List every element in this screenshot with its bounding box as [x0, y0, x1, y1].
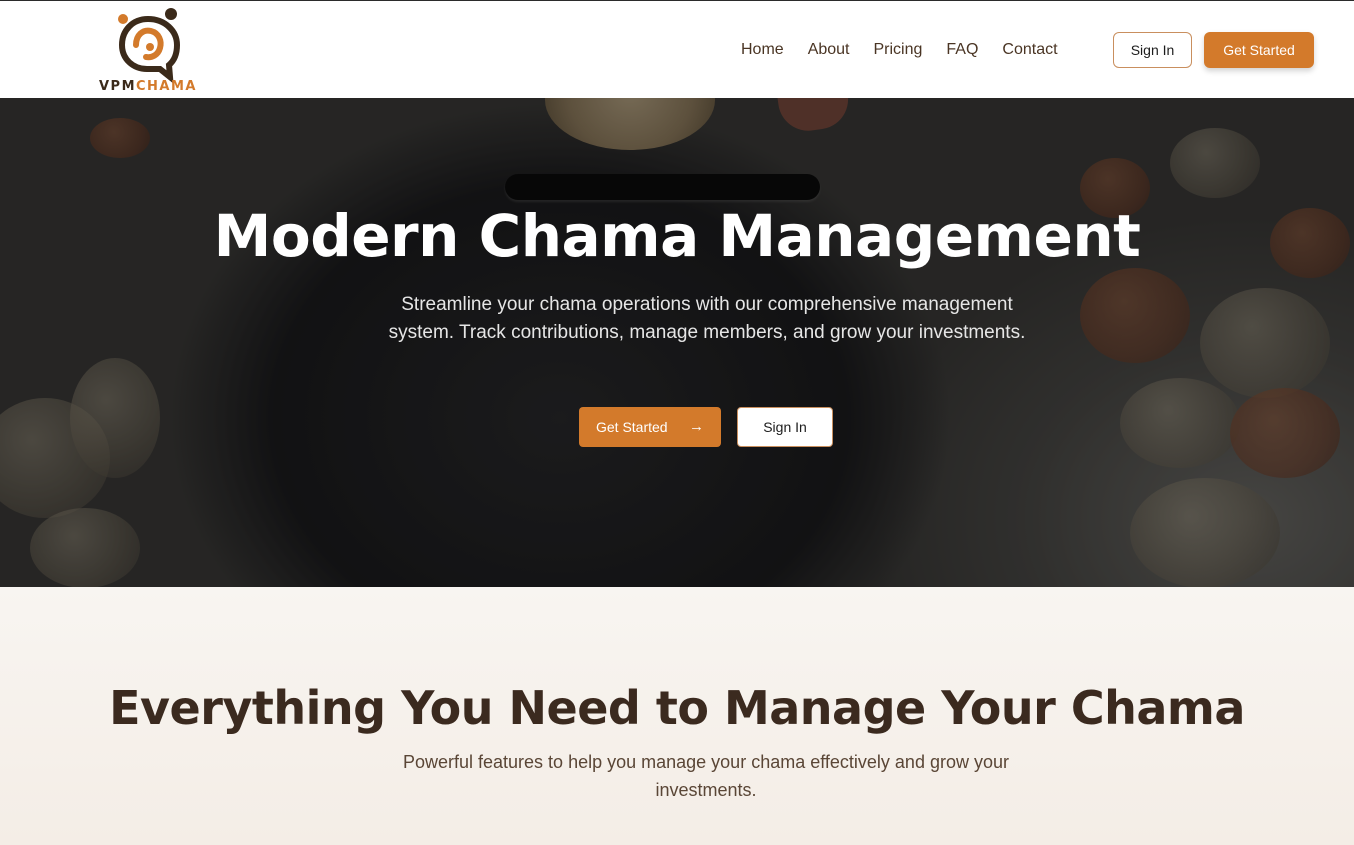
- brand-name-part2: CHAMA: [136, 79, 197, 94]
- hero-title: Modern Chama Management: [213, 202, 1141, 270]
- site-header: VPMCHAMA Home About Pricing FAQ Contact …: [0, 1, 1354, 98]
- hero-get-started-label: Get Started: [596, 419, 668, 435]
- hero-sign-in-button[interactable]: Sign In: [737, 407, 833, 447]
- main-nav: Home About Pricing FAQ Contact: [741, 39, 1058, 61]
- brand-name-part1: VPM: [98, 79, 137, 94]
- hero-get-started-button[interactable]: Get Started →: [579, 407, 721, 447]
- features-subtitle: Powerful features to help you manage you…: [402, 752, 1009, 800]
- header-get-started-button[interactable]: Get Started: [1204, 32, 1314, 68]
- hero-subtitle: Streamline your chama operations with ou…: [388, 294, 1026, 343]
- brand-wordmark: VPMCHAMA: [98, 79, 198, 94]
- features-title: Everything You Need to Manage Your Chama: [109, 681, 1245, 735]
- nav-contact-link[interactable]: Contact: [1002, 39, 1057, 61]
- nav-home-link[interactable]: Home: [741, 39, 784, 61]
- nav-pricing-link[interactable]: Pricing: [874, 39, 923, 61]
- hero-section: Modern Chama Management Streamline your …: [0, 98, 1354, 587]
- nav-faq-link[interactable]: FAQ: [946, 39, 978, 61]
- features-section: Everything You Need to Manage Your Chama…: [0, 587, 1354, 845]
- nav-about-link[interactable]: About: [808, 39, 850, 61]
- arrow-right-icon: →: [689, 418, 704, 435]
- chat-bubble-logo-icon: [118, 8, 181, 83]
- brand-logo[interactable]: VPMCHAMA: [98, 5, 198, 94]
- header-sign-in-button[interactable]: Sign In: [1113, 32, 1192, 68]
